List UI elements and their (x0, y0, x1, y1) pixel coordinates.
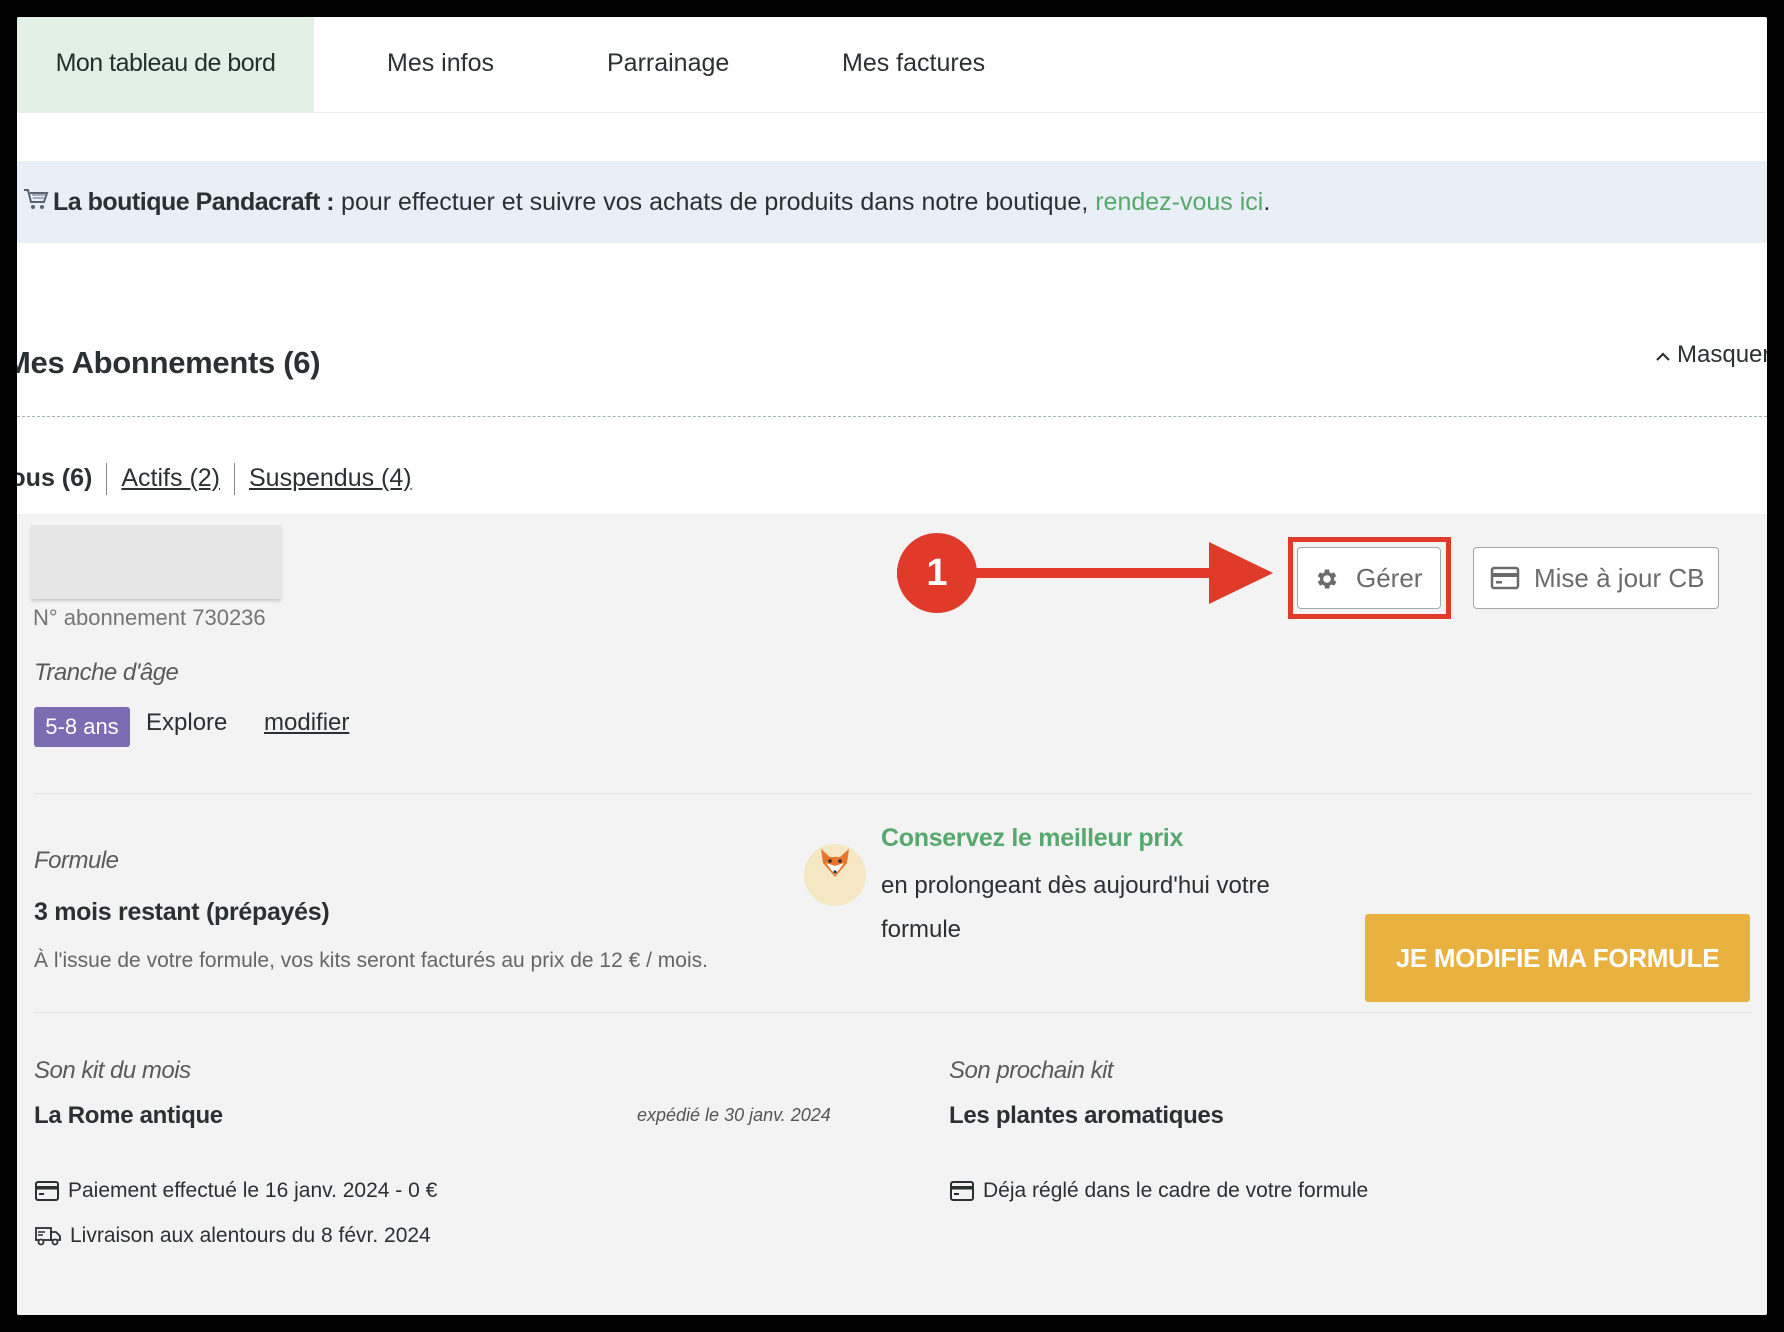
annotation-step-badge: 1 (897, 533, 977, 613)
manage-button-label: Gérer (1356, 563, 1423, 593)
filter-separator (106, 463, 108, 495)
chevron-up-icon (1656, 352, 1670, 361)
banner-end: . (1263, 188, 1271, 216)
modify-age-link[interactable]: modifier (264, 709, 349, 737)
cart-icon (23, 162, 49, 244)
tab-dashboard[interactable]: Mon tableau de bord (17, 17, 314, 112)
filter-separator (234, 463, 235, 495)
plan-label: Formule (34, 847, 119, 874)
age-range-label: Tranche d'âge (34, 659, 179, 686)
credit-card-icon (1490, 566, 1520, 590)
shop-link[interactable]: rendez-vous ici (1095, 188, 1263, 216)
next-payment-info: Déja réglé dans le cadre de votre formul… (949, 1179, 1368, 1203)
current-kit-name: La Rome antique (34, 1102, 223, 1129)
banner-text: pour effectuer et suivre vos achats de p… (334, 188, 1096, 216)
promo-text: en prolongeant dès aujourd'hui votre for… (881, 872, 1270, 943)
next-payment-info-text: Déja réglé dans le cadre de votre formul… (983, 1179, 1369, 1202)
hide-toggle-label: Masquer (1677, 341, 1767, 368)
tab-referral[interactable]: Parrainage (607, 17, 729, 112)
update-card-button[interactable]: Mise à jour CB (1473, 547, 1719, 609)
tab-invoices[interactable]: Mes factures (842, 17, 985, 112)
modify-plan-button[interactable]: JE MODIFIE MA FORMULE (1365, 914, 1750, 1002)
subscription-filters: Tous (6) Actifs (2) Suspendus (4) (17, 463, 412, 495)
tab-my-info[interactable]: Mes infos (387, 17, 494, 112)
fox-icon (804, 844, 866, 906)
age-badge: 5-8 ans (34, 707, 130, 747)
payment-info: Paiement effectué le 16 janv. 2024 - 0 € (34, 1179, 437, 1203)
next-kit-label: Son prochain kit (949, 1057, 1114, 1084)
current-kit-label: Son kit du mois (34, 1057, 191, 1084)
next-kit-name: Les plantes aromatiques (949, 1102, 1224, 1129)
divider (34, 793, 1752, 794)
section-divider (17, 416, 1767, 417)
plan-value: 3 mois restant (prépayés) (34, 898, 330, 926)
payment-info-text: Paiement effectué le 16 janv. 2024 - 0 € (68, 1179, 438, 1202)
delivery-info: Livraison aux alentours du 8 févr. 2024 (34, 1224, 431, 1248)
shop-banner: La boutique Pandacraft : pour effectuer … (17, 161, 1767, 243)
subscriptions-title: Mes Abonnements (6) (17, 345, 321, 380)
filter-suspended[interactable]: Suspendus (4) (249, 464, 412, 493)
filter-active[interactable]: Actifs (2) (121, 464, 220, 493)
subscription-card: N° abonnement 730236 1 Gérer Mise à jour… (17, 514, 1767, 1315)
plan-note: À l'issue de votre formule, vos kits ser… (34, 949, 708, 972)
age-range-name: Explore (146, 709, 228, 736)
hide-toggle[interactable]: Masquer (1655, 341, 1767, 369)
update-card-label: Mise à jour CB (1534, 563, 1705, 593)
current-kit-shipped: expédié le 30 janv. 2024 (637, 1105, 831, 1125)
gear-icon (1317, 569, 1337, 589)
truck-icon (35, 1227, 61, 1246)
promo-title: Conservez le meilleur prix (881, 824, 1184, 852)
credit-card-icon (950, 1181, 974, 1202)
banner-bold: La boutique Pandacraft : (53, 188, 335, 216)
account-tabs: Mon tableau de bord Mes infos Parrainage… (17, 17, 1767, 113)
divider (34, 1012, 1752, 1013)
manage-button[interactable]: Gérer (1297, 547, 1441, 609)
page-frame: Mon tableau de bord Mes infos Parrainage… (17, 17, 1767, 1315)
delivery-info-text: Livraison aux alentours du 8 févr. 2024 (70, 1224, 431, 1247)
annotation-arrow (897, 542, 1273, 604)
credit-card-icon (35, 1181, 59, 1202)
filter-all[interactable]: Tous (6) (17, 464, 92, 493)
